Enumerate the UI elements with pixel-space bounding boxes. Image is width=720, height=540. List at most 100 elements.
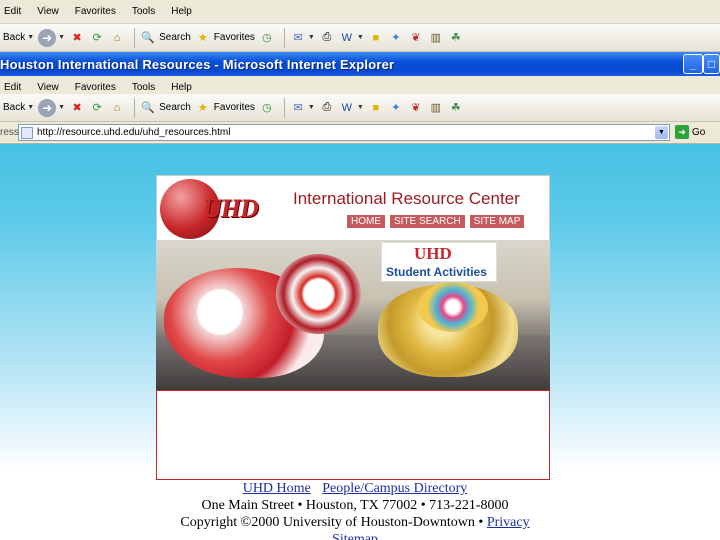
nav-home[interactable]: HOME [347, 215, 385, 228]
messenger-icon: ✦ [391, 32, 401, 44]
bg-history-button[interactable]: ◷ [259, 27, 275, 49]
footer-address: One Main Street • Houston, TX 77002 • 71… [201, 498, 509, 513]
bg-menu-tools[interactable]: Tools [130, 6, 157, 17]
print-button[interactable]: ⎙ [319, 97, 335, 119]
footer-copyright: Copyright ©2000 University of Houston-Do… [180, 515, 487, 530]
go-arrow-icon: ➜ [675, 125, 689, 139]
bg-contacts-button[interactable]: ☘ [448, 27, 464, 49]
site-header: UHD International Resource Center HOME S… [156, 175, 550, 240]
mail-icon: ✉ [293, 102, 303, 114]
stop-icon: ✖ [72, 102, 82, 114]
mail-button[interactable]: ✉ ▼ [290, 97, 315, 119]
footer-copyright-line: Copyright ©2000 University of Houston-Do… [150, 514, 560, 531]
site-title: International Resource Center [293, 189, 520, 208]
chevron-down-icon[interactable]: ▼ [655, 126, 668, 139]
chevron-down-icon: ▼ [27, 104, 35, 111]
bg-refresh-button[interactable]: ⟳ [89, 27, 105, 49]
favorites-button[interactable]: ★ Favorites [195, 97, 255, 119]
menu-edit[interactable]: Edit [2, 82, 23, 93]
star-icon: ★ [197, 102, 208, 114]
menu-favorites[interactable]: Favorites [73, 82, 118, 93]
research-button[interactable]: ❦ [408, 97, 424, 119]
word-icon: W [341, 31, 353, 44]
bg-forward-button[interactable]: ➜ ▼ [38, 27, 65, 49]
chevron-down-icon: ▼ [27, 34, 35, 41]
books-icon: ▥ [430, 102, 441, 114]
messenger-button[interactable]: ✦ [388, 97, 404, 119]
butterfly-icon: ❦ [411, 102, 421, 114]
background-menubar: Edit View Favorites Tools Help [0, 0, 720, 24]
nav-site-map[interactable]: SITE MAP [469, 215, 525, 228]
bg-home-button[interactable]: ⌂ [109, 27, 125, 49]
maximize-button[interactable]: □ [703, 54, 720, 74]
stop-button[interactable]: ✖ [69, 97, 85, 119]
bg-tool-button[interactable]: ▥ [428, 27, 444, 49]
bg-menu-help[interactable]: Help [169, 6, 194, 17]
favorites-label: Favorites [213, 102, 255, 113]
refresh-button[interactable]: ⟳ [89, 97, 105, 119]
site-container: UHD International Resource Center HOME S… [156, 175, 550, 480]
bg-back-label: Back [3, 32, 26, 43]
minimize-button[interactable]: _ [683, 54, 703, 74]
go-label: Go [692, 126, 706, 138]
bg-menu-favorites[interactable]: Favorites [73, 6, 118, 17]
butterfly-icon: ❦ [411, 32, 421, 44]
menu-view[interactable]: View [35, 82, 61, 93]
history-icon: ◷ [262, 32, 272, 44]
messenger-icon: ✦ [391, 102, 401, 114]
bg-print-button[interactable]: ⎙ [319, 27, 335, 49]
home-button[interactable]: ⌂ [109, 97, 125, 119]
toolbar: Back ▼ ➜ ▼ ✖ ⟳ ⌂ 🔍 Search ★ Favorites ◷ ✉ ▼ ⎙… [0, 94, 720, 122]
bg-stop-button[interactable]: ✖ [69, 27, 85, 49]
bg-menu-view[interactable]: View [35, 6, 61, 17]
bg-messenger-button[interactable]: ✦ [388, 27, 404, 49]
bg-edit-button[interactable]: W ▼ [339, 27, 364, 49]
bg-search-label: Search [159, 32, 191, 43]
tool-button[interactable]: ▥ [428, 97, 444, 119]
back-button[interactable]: Back ▼ [0, 97, 34, 119]
toolbar-separator [283, 27, 285, 48]
bg-favorites-button[interactable]: ★ Favorites [195, 27, 255, 49]
window-title-bar: Houston International Resources - Micros… [0, 52, 720, 76]
bg-mail-button[interactable]: ✉ ▼ [290, 27, 315, 49]
campus-directory-link[interactable]: People/Campus Directory [322, 481, 467, 496]
bg-favorites-label: Favorites [213, 32, 255, 43]
menu-tools[interactable]: Tools [130, 82, 157, 93]
history-button[interactable]: ◷ [259, 97, 275, 119]
stop-icon: ✖ [72, 32, 82, 44]
url-input[interactable] [37, 127, 637, 138]
banner-logo: UHD [414, 244, 452, 263]
banner-text: Student Activities [386, 265, 487, 279]
address-label: ress [0, 127, 19, 138]
nav-site-search[interactable]: SITE SEARCH [390, 215, 465, 228]
uhd-logo[interactable]: UHD [203, 194, 259, 224]
sitemap-link[interactable]: Sitemap [332, 532, 378, 540]
site-nav: HOME SITE SEARCH SITE MAP [347, 215, 525, 228]
search-label: Search [159, 102, 191, 113]
bg-menu-edit[interactable]: Edit [2, 6, 23, 17]
search-button[interactable]: 🔍 Search [140, 97, 191, 119]
star-icon: ★ [197, 32, 208, 44]
discuss-button[interactable]: ■ [368, 97, 384, 119]
page-icon [21, 126, 33, 139]
lion-dance-photo: UHD Student Activities [156, 240, 550, 390]
chevron-down-icon: ▼ [307, 34, 315, 41]
menu-help[interactable]: Help [169, 82, 194, 93]
address-field[interactable]: ▼ [18, 124, 670, 141]
home-icon: ⌂ [113, 31, 121, 44]
bg-search-button[interactable]: 🔍 Search [140, 27, 191, 49]
edit-button[interactable]: W ▼ [339, 97, 364, 119]
uhd-home-link[interactable]: UHD Home [243, 481, 311, 496]
forward-button[interactable]: ➜ ▼ [38, 97, 65, 119]
privacy-link[interactable]: Privacy [487, 515, 530, 530]
print-icon: ⎙ [322, 31, 332, 43]
bg-research-button[interactable]: ❦ [408, 27, 424, 49]
go-button[interactable]: ➜ Go [675, 125, 705, 139]
bg-discuss-button[interactable]: ■ [368, 27, 384, 49]
print-icon: ⎙ [322, 101, 332, 113]
history-icon: ◷ [262, 102, 272, 114]
chevron-down-icon: ▼ [356, 104, 364, 111]
contacts-button[interactable]: ☘ [448, 97, 464, 119]
forward-arrow-icon: ➜ [38, 28, 57, 47]
bg-back-button[interactable]: Back ▼ [0, 27, 34, 49]
